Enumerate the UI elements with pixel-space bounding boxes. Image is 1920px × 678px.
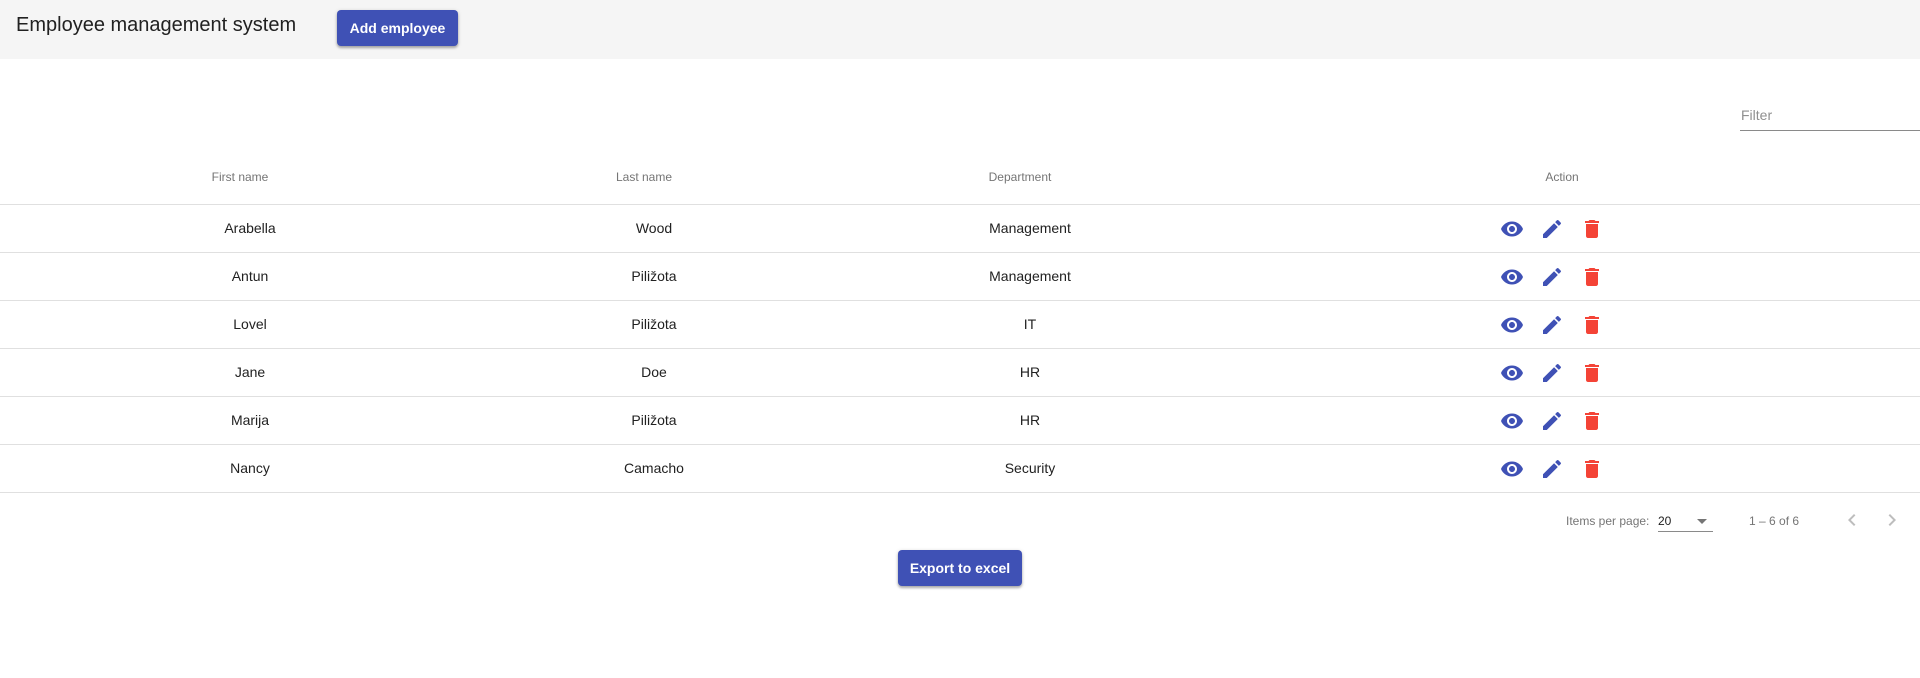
items-per-page-select[interactable]: 20 [1658, 508, 1713, 532]
table-body: Arabella Wood Management Antun Piližota Manag… [0, 205, 1920, 493]
table-row: Jane Doe HR [0, 349, 1920, 397]
cell-department: Security [1004, 460, 1056, 476]
cell-last-name: Doe [641, 364, 667, 380]
edit-button[interactable] [1540, 409, 1564, 433]
header-first-name[interactable]: First name [130, 153, 350, 205]
header-last-name[interactable]: Last name [534, 153, 754, 205]
delete-button[interactable] [1580, 313, 1604, 337]
row-actions [1500, 301, 1604, 349]
cell-department: IT [1023, 316, 1037, 332]
trash-icon [1585, 460, 1599, 478]
edit-button[interactable] [1540, 313, 1564, 337]
eye-icon [1501, 461, 1523, 477]
filter-input[interactable] [1740, 103, 1920, 127]
delete-button[interactable] [1580, 457, 1604, 481]
cell-last-name: Camacho [624, 460, 684, 476]
add-employee-button[interactable]: Add employee [337, 10, 458, 46]
next-page-button[interactable] [1880, 508, 1904, 532]
delete-button[interactable] [1580, 409, 1604, 433]
eye-icon [1501, 221, 1523, 237]
delete-button[interactable] [1580, 217, 1604, 241]
eye-icon [1501, 365, 1523, 381]
items-per-page-label: Items per page: [1566, 514, 1650, 528]
view-button[interactable] [1500, 265, 1524, 289]
table-row: Antun Piližota Management [0, 253, 1920, 301]
view-button[interactable] [1500, 361, 1524, 385]
trash-icon [1585, 364, 1599, 382]
eye-icon [1501, 413, 1523, 429]
cell-last-name: Piližota [631, 412, 677, 428]
export-to-excel-button[interactable]: Export to excel [898, 550, 1022, 586]
delete-button[interactable] [1580, 265, 1604, 289]
filter-field[interactable] [1740, 103, 1920, 131]
cell-first-name: Jane [234, 364, 266, 380]
pencil-icon [1543, 267, 1562, 286]
delete-button[interactable] [1580, 361, 1604, 385]
cell-first-name: Marija [230, 412, 270, 428]
trash-icon [1585, 268, 1599, 286]
row-actions [1500, 253, 1604, 301]
table-row: Lovel Piližota IT [0, 301, 1920, 349]
trash-icon [1585, 412, 1599, 430]
pencil-icon [1543, 459, 1562, 478]
row-actions [1500, 349, 1604, 397]
cell-department: Management [989, 268, 1071, 284]
cell-first-name: Nancy [230, 460, 270, 476]
paginator: Items per page: 20 1 – 6 of 6 [0, 494, 1920, 550]
table-row: Arabella Wood Management [0, 205, 1920, 253]
cell-department: HR [1019, 364, 1041, 380]
row-actions [1500, 445, 1604, 493]
dropdown-arrow-icon [1697, 519, 1707, 524]
row-actions [1500, 397, 1604, 445]
cell-last-name: Piližota [631, 316, 677, 332]
page-range-label: 1 – 6 of 6 [1749, 514, 1800, 528]
cell-first-name: Lovel [233, 316, 267, 332]
edit-button[interactable] [1540, 361, 1564, 385]
edit-button[interactable] [1540, 217, 1564, 241]
edit-button[interactable] [1540, 265, 1564, 289]
header-action: Action [1545, 170, 1579, 184]
cell-last-name: Wood [635, 220, 673, 236]
previous-page-button[interactable] [1840, 508, 1864, 532]
trash-icon [1585, 316, 1599, 334]
table-row: Nancy Camacho Security [0, 445, 1920, 493]
edit-button[interactable] [1540, 457, 1564, 481]
view-button[interactable] [1500, 217, 1524, 241]
chevron-right-icon [1888, 514, 1896, 526]
view-button[interactable] [1500, 409, 1524, 433]
pencil-icon [1543, 219, 1562, 238]
table-row: Marija Piližota HR [0, 397, 1920, 445]
eye-icon [1501, 269, 1523, 285]
app-title: Employee management system [16, 14, 297, 36]
header-department[interactable]: Department [910, 153, 1130, 205]
trash-icon [1585, 220, 1599, 238]
items-per-page-value: 20 [1658, 514, 1672, 528]
cell-last-name: Piližota [631, 268, 677, 284]
table-header-row: First name Last name Department Action [0, 153, 1920, 205]
view-button[interactable] [1500, 313, 1524, 337]
eye-icon [1501, 317, 1523, 333]
pencil-icon [1543, 411, 1562, 430]
app-toolbar: Employee management system Add employee [0, 0, 1920, 59]
pencil-icon [1543, 363, 1562, 382]
cell-first-name: Arabella [224, 220, 276, 236]
pencil-icon [1543, 315, 1562, 334]
cell-first-name: Antun [231, 268, 269, 284]
cell-department: Management [989, 220, 1071, 236]
chevron-left-icon [1848, 514, 1856, 526]
row-actions [1500, 205, 1604, 253]
cell-department: HR [1019, 412, 1041, 428]
view-button[interactable] [1500, 457, 1524, 481]
employee-table: First name Last name Department Action A… [0, 153, 1920, 493]
